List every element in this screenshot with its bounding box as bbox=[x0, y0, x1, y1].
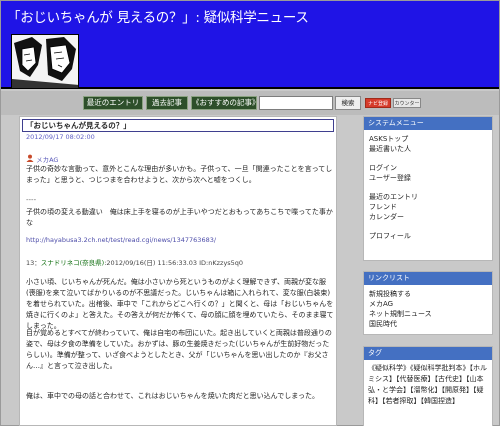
post-date: 2012/09/17 08:02:00 bbox=[26, 133, 95, 141]
menu-friends[interactable]: フレンド bbox=[369, 202, 492, 212]
menu-recent-writers[interactable]: 最近書いた人 bbox=[369, 144, 492, 154]
link-mecha-ag[interactable]: メカAG bbox=[369, 299, 492, 309]
tag-title: タグ bbox=[364, 347, 492, 360]
link-kokumin-jidai[interactable]: 国民時代 bbox=[369, 319, 492, 329]
author-name: メカAG bbox=[36, 156, 59, 164]
post-author[interactable]: メカAG bbox=[26, 154, 58, 164]
menu-register[interactable]: ユーザー登録 bbox=[369, 173, 492, 183]
source-link[interactable]: http://hayabusa3.2ch.net/test/read.cgi/n… bbox=[26, 236, 216, 244]
nav-recent-entries[interactable]: 最近のエントリ bbox=[83, 96, 143, 110]
link-new-post[interactable]: 新規投稿する bbox=[369, 289, 492, 299]
system-menu-title: システムメニュー bbox=[364, 117, 492, 130]
site-banner: 「おじいちゃんが 見えるの？」: 疑似科学ニュース bbox=[1, 1, 499, 89]
response-number: 13： bbox=[26, 259, 41, 267]
response-name: スナドリネコ(奈良県) bbox=[40, 259, 105, 267]
system-menu: システムメニュー ASKSトップ 最近書いた人 ログイン ユーザー登録 最近のエ… bbox=[363, 116, 493, 261]
menu-login[interactable]: ログイン bbox=[369, 163, 492, 173]
response-meta: :2012/09/16(日) 11:56:33.03 ID:nKzzys5q0 bbox=[104, 259, 244, 267]
nav-recommended[interactable]: 《おすすめの記事》 bbox=[191, 96, 260, 110]
counter-badge[interactable]: カウンター bbox=[393, 98, 421, 108]
manga-logo-icon bbox=[11, 34, 79, 89]
link-list: リンクリスト 新規投稿する メカAG ネット規制ニュース 国民時代 bbox=[363, 271, 493, 335]
post-paragraph-5: 俺は、車中での母の話と合わせて、これはおじいちゃんを焼いた肉だと思い込んでしまっ… bbox=[26, 392, 320, 400]
post-paragraph-3: 小さい頃、じいちゃんが死んだ。俺は小さいから死というものがよく理解できず、両親が… bbox=[26, 278, 334, 330]
nav-bar: 最近のエントリ 過去記事 《おすすめの記事》 検索 ナビ登録 カウンター bbox=[1, 91, 499, 115]
post-paragraph-4: 目が覚めるとすべてが終わっていて、俺は自宅の布団にいた。起き出していくと両親は普… bbox=[26, 329, 332, 370]
menu-recent-entries[interactable]: 最近のエントリ bbox=[369, 192, 492, 202]
nav-recommended-label: おすすめの記事 bbox=[199, 98, 253, 107]
search-input[interactable] bbox=[259, 96, 333, 110]
link-list-title: リンクリスト bbox=[364, 272, 492, 285]
separator: ---- bbox=[26, 196, 37, 204]
search-button[interactable]: 検索 bbox=[335, 96, 361, 110]
menu-profile[interactable]: プロフィール bbox=[369, 231, 492, 241]
response-header: 13：スナドリネコ(奈良県):2012/09/16(日) 11:56:33.03… bbox=[26, 257, 243, 267]
menu-asks-top[interactable]: ASKSトップ bbox=[369, 134, 492, 144]
article-panel: 「おじいちゃんが見えるの？」 2012/09/17 08:02:00 メカAG … bbox=[19, 116, 337, 426]
post-paragraph-2: 子供の頃の変える動違い 俺は床上手を寝るのが上手いやつだとおもってあちこちで喋っ… bbox=[26, 208, 333, 227]
tag-panel: タグ 《疑似科学》《疑似科学批判本》【ホルミシス】【代替医療】【古代史】【山本弘… bbox=[363, 346, 493, 426]
post-title[interactable]: 「おじいちゃんが見えるの？」 bbox=[22, 119, 334, 132]
link-net-regulation[interactable]: ネット規制ニュース bbox=[369, 309, 492, 319]
navi-badge[interactable]: ナビ登録 bbox=[365, 98, 391, 108]
user-icon bbox=[26, 154, 34, 162]
post-paragraph-1: 子供の奇妙な言動って、意外とこんな理由が多いかも。子供って、一旦「関連ったことを… bbox=[26, 165, 333, 184]
tag-list[interactable]: 《疑似科学》《疑似科学批判本》【ホルミシス】【代替医療】【古代史】【山本弘・と学… bbox=[364, 360, 492, 407]
menu-calendar[interactable]: カレンダー bbox=[369, 212, 492, 222]
site-title[interactable]: 「おじいちゃんが 見えるの？」: 疑似科学ニュース bbox=[7, 6, 309, 26]
nav-archive[interactable]: 過去記事 bbox=[146, 96, 188, 110]
